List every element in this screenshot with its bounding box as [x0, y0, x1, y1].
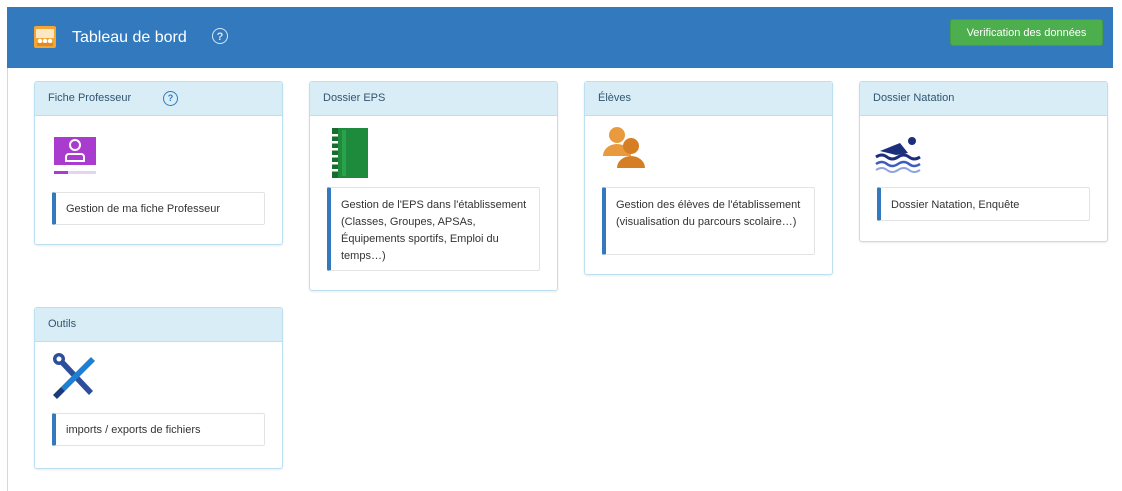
card-dossier-natation[interactable]: Dossier Natation Dossier Natation, Enquê…	[859, 81, 1108, 242]
verify-data-button[interactable]: Verification des données	[950, 19, 1103, 46]
card-title: Fiche Professeur	[48, 92, 132, 104]
card-title: Outils	[48, 318, 77, 330]
tools-icon	[53, 353, 95, 399]
help-circle-icon[interactable]: ?	[163, 91, 178, 106]
card-title: Élèves	[598, 92, 632, 104]
card-header: Dossier Natation	[860, 82, 1107, 116]
card-header: Outils	[35, 308, 282, 342]
card-description[interactable]: Gestion de ma fiche Professeur	[52, 192, 265, 225]
swimmer-icon	[875, 137, 921, 173]
card-outils[interactable]: Outils imports / exports de fichiers	[34, 307, 283, 469]
card-dossier-eps[interactable]: Dossier EPS Gestion de l'EPS dans l'étab…	[309, 81, 558, 291]
help-circle-icon[interactable]: ?	[212, 28, 228, 44]
dashboard-header: Tableau de bord ? Verification des donné…	[7, 7, 1113, 68]
page-title: Tableau de bord	[72, 29, 187, 46]
green-binder-icon	[331, 128, 368, 178]
card-description[interactable]: imports / exports de fichiers	[52, 413, 265, 446]
dashboard-logo-icon	[34, 26, 56, 48]
students-icon	[603, 127, 645, 168]
card-header: Fiche Professeur ?	[35, 82, 282, 116]
teacher-profile-icon	[54, 137, 96, 174]
card-description[interactable]: Gestion de l'EPS dans l'établissement (C…	[327, 187, 540, 271]
card-fiche-professeur[interactable]: Fiche Professeur ? Gestion de ma fiche P…	[34, 81, 283, 245]
card-description[interactable]: Gestion des élèves de l'établissement (v…	[602, 187, 815, 255]
card-header: Élèves	[585, 82, 832, 116]
card-eleves[interactable]: Élèves Gestion des élèves de l'établisse…	[584, 81, 833, 275]
card-title: Dossier EPS	[323, 92, 386, 104]
card-description[interactable]: Dossier Natation, Enquête	[877, 187, 1090, 221]
card-title: Dossier Natation	[873, 92, 955, 104]
card-header: Dossier EPS	[310, 82, 557, 116]
